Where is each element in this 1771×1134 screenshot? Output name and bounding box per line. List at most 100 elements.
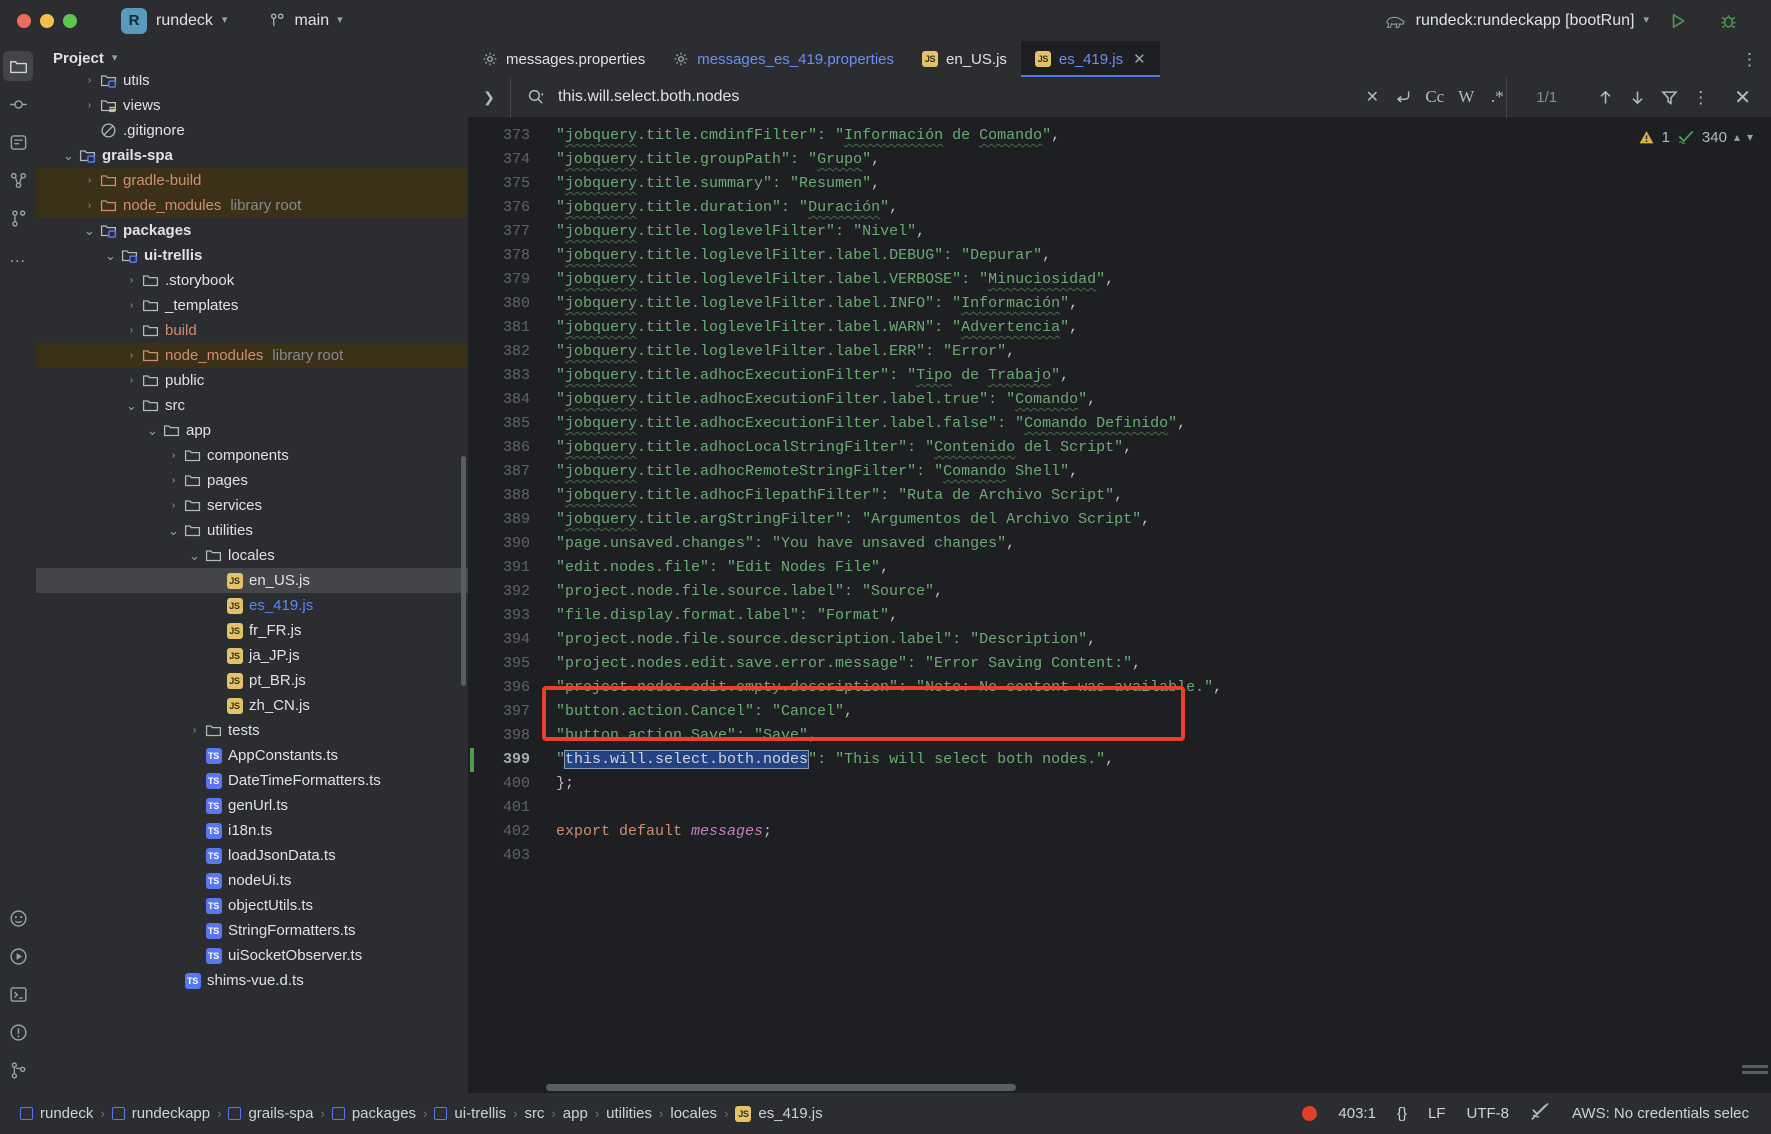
chevron-down-icon[interactable]: ⌄ (83, 224, 96, 237)
tree-node-pt-br-js[interactable]: JS pt_BR.js (36, 668, 468, 693)
find-field-container[interactable]: this.will.select.both.nodes ✕ Cc W .* (510, 76, 1506, 118)
breadcrumb-item-locales[interactable]: locales (663, 1105, 724, 1122)
recording-dot-icon[interactable] (1302, 1106, 1318, 1121)
line-number[interactable]: 378 (468, 244, 546, 268)
line-number[interactable]: 379 (468, 268, 546, 292)
code-editor[interactable]: 373 374 375 376 377 378 379 380 381 382 383 384 385 3… (468, 118, 1771, 1093)
chevron-up-icon[interactable]: ▴ (1734, 130, 1740, 144)
code-line[interactable]: "jobquery.title.summary": "Resumen", (546, 172, 1771, 196)
tree-node-node-modules[interactable]: › node_modules library root (36, 193, 468, 218)
filter-icon[interactable] (1660, 88, 1679, 107)
editor-tab-messages-es-419-properties[interactable]: messages_es_419.properties (659, 41, 908, 77)
code-line[interactable]: "jobquery.title.adhocRemoteStringFilter"… (546, 460, 1771, 484)
tree-node-services[interactable]: › services (36, 493, 468, 518)
multiline-icon[interactable] (1394, 88, 1412, 106)
tree-node-stringformatters-ts[interactable]: TS StringFormatters.ts (36, 918, 468, 943)
chevron-down-icon[interactable]: ⌄ (146, 424, 159, 437)
close-icon[interactable]: ✕ (1720, 85, 1771, 110)
editor-tab-en-us-js[interactable]: JS en_US.js (908, 41, 1021, 77)
project-tree[interactable]: › utils › views .gitignore ⌄ grails-spa › gradle… (36, 75, 468, 1093)
clear-icon[interactable]: ✕ (1363, 87, 1381, 107)
run-tool-icon[interactable] (3, 941, 33, 971)
project-tree-scrollbar[interactable] (461, 456, 466, 686)
chevron-right-icon[interactable]: › (167, 499, 180, 512)
chevron-right-icon[interactable]: › (83, 99, 96, 112)
tree-node-appconstants-ts[interactable]: TS AppConstants.ts (36, 743, 468, 768)
line-number[interactable]: 391 (468, 556, 546, 580)
debug-button[interactable] (1715, 9, 1741, 33)
line-number[interactable]: 388 (468, 484, 546, 508)
line-number[interactable]: 389 (468, 508, 546, 532)
code-line[interactable]: "jobquery.title.adhocExecutionFilter.lab… (546, 412, 1771, 436)
aws-status-label[interactable]: AWS: No credentials selec (1572, 1105, 1749, 1122)
tree-node-utilities[interactable]: ⌄ utilities (36, 518, 468, 543)
breadcrumb-item-rundeckapp[interactable]: rundeckapp (105, 1105, 217, 1122)
line-number-gutter[interactable]: 373 374 375 376 377 378 379 380 381 382 383 384 385 3… (468, 118, 546, 1093)
line-number[interactable]: 382 (468, 340, 546, 364)
chevron-down-icon[interactable]: ⌄ (167, 524, 180, 537)
code-line[interactable]: "jobquery.title.duration": "Duración", (546, 196, 1771, 220)
code-line[interactable]: "jobquery.title.adhocExecutionFilter.lab… (546, 388, 1771, 412)
code-line[interactable]: "button.action.Cancel": "Cancel", (546, 700, 1771, 724)
tree-node-en-us-js[interactable]: JS en_US.js (36, 568, 468, 593)
tree-node-locales[interactable]: ⌄ locales (36, 543, 468, 568)
tree-node-nodeui-ts[interactable]: TS nodeUi.ts (36, 868, 468, 893)
window-controls[interactable] (0, 13, 77, 28)
tree-node-src[interactable]: ⌄ src (36, 393, 468, 418)
code-line[interactable]: "project.nodes.edit.save.error.message":… (546, 652, 1771, 676)
kebab-menu-icon[interactable]: ⋮ (1692, 89, 1710, 106)
code-line[interactable]: "jobquery.title.loglevelFilter.label.WAR… (546, 316, 1771, 340)
expand-chevron-icon[interactable]: ❯ (468, 89, 510, 106)
inspections-off-icon[interactable] (1530, 1102, 1551, 1125)
tree-node-ja-jp-js[interactable]: JS ja_JP.js (36, 643, 468, 668)
line-number[interactable]: 398 (468, 724, 546, 748)
tree-node-build[interactable]: › build (36, 318, 468, 343)
chevron-down-icon[interactable]: ⌄ (104, 249, 117, 262)
code-line[interactable]: "jobquery.title.adhocLocalStringFilter":… (546, 436, 1771, 460)
tree-node-genurl-ts[interactable]: TS genUrl.ts (36, 793, 468, 818)
arrow-up-icon[interactable] (1596, 88, 1615, 107)
line-number[interactable]: 392 (468, 580, 546, 604)
line-number[interactable]: 384 (468, 388, 546, 412)
tree-node-node-modules[interactable]: › node_modules library root (36, 343, 468, 368)
line-separator-label[interactable]: LF (1428, 1105, 1446, 1122)
line-number[interactable]: 399 (468, 748, 546, 772)
search-input[interactable]: this.will.select.both.nodes (558, 88, 739, 106)
chevron-right-icon[interactable]: › (125, 299, 138, 312)
code-line[interactable]: "jobquery.title.loglevelFilter.label.VER… (546, 268, 1771, 292)
code-line[interactable]: "file.display.format.label": "Format", (546, 604, 1771, 628)
run-configuration-selector[interactable]: rundeck:rundeckapp [bootRun] ▾ (1385, 0, 1649, 41)
maximize-window-button[interactable] (63, 13, 77, 28)
code-line[interactable]: "jobquery.title.loglevelFilter": "Nivel"… (546, 220, 1771, 244)
project-tool-icon[interactable] (3, 51, 33, 81)
tree-node--storybook[interactable]: › .storybook (36, 268, 468, 293)
branch-selector[interactable]: main ▾ (263, 9, 348, 33)
horizontal-scrollbar[interactable] (546, 1084, 1016, 1091)
problems-tool-icon[interactable] (3, 1017, 33, 1047)
chevron-down-icon[interactable]: ⌄ (62, 149, 75, 162)
tree-node-tests[interactable]: › tests (36, 718, 468, 743)
tree-node-pages[interactable]: › pages (36, 468, 468, 493)
chevron-right-icon[interactable]: › (167, 449, 180, 462)
words-toggle[interactable]: W (1457, 87, 1475, 107)
line-number[interactable]: 402 (468, 820, 546, 844)
line-number[interactable]: 397 (468, 700, 546, 724)
code-line[interactable]: "this.will.select.both.nodes": "This wil… (546, 748, 1771, 772)
code-line[interactable]: "jobquery.title.loglevelFilter.label.ERR… (546, 340, 1771, 364)
chevron-down-icon[interactable]: ⌄ (188, 549, 201, 562)
tree-node-objectutils-ts[interactable]: TS objectUtils.ts (36, 893, 468, 918)
chevron-right-icon[interactable]: › (83, 199, 96, 212)
code-content[interactable]: "jobquery.title.cmdinfFilter": "Informac… (546, 118, 1771, 1093)
line-number[interactable]: 385 (468, 412, 546, 436)
breadcrumb[interactable]: rundeck › rundeckapp › grails-spa › packages › u… (0, 1105, 830, 1122)
line-number[interactable]: 401 (468, 796, 546, 820)
tree-node--gitignore[interactable]: .gitignore (36, 118, 468, 143)
code-line[interactable]: "jobquery.title.groupPath": "Grupo", (546, 148, 1771, 172)
code-line[interactable]: "jobquery.title.loglevelFilter.label.DEB… (546, 244, 1771, 268)
tree-node-grails-spa[interactable]: ⌄ grails-spa (36, 143, 468, 168)
line-number[interactable]: 374 (468, 148, 546, 172)
line-number[interactable]: 390 (468, 532, 546, 556)
tree-node-public[interactable]: › public (36, 368, 468, 393)
line-number[interactable]: 400 (468, 772, 546, 796)
chevron-down-icon[interactable]: ⌄ (125, 399, 138, 412)
